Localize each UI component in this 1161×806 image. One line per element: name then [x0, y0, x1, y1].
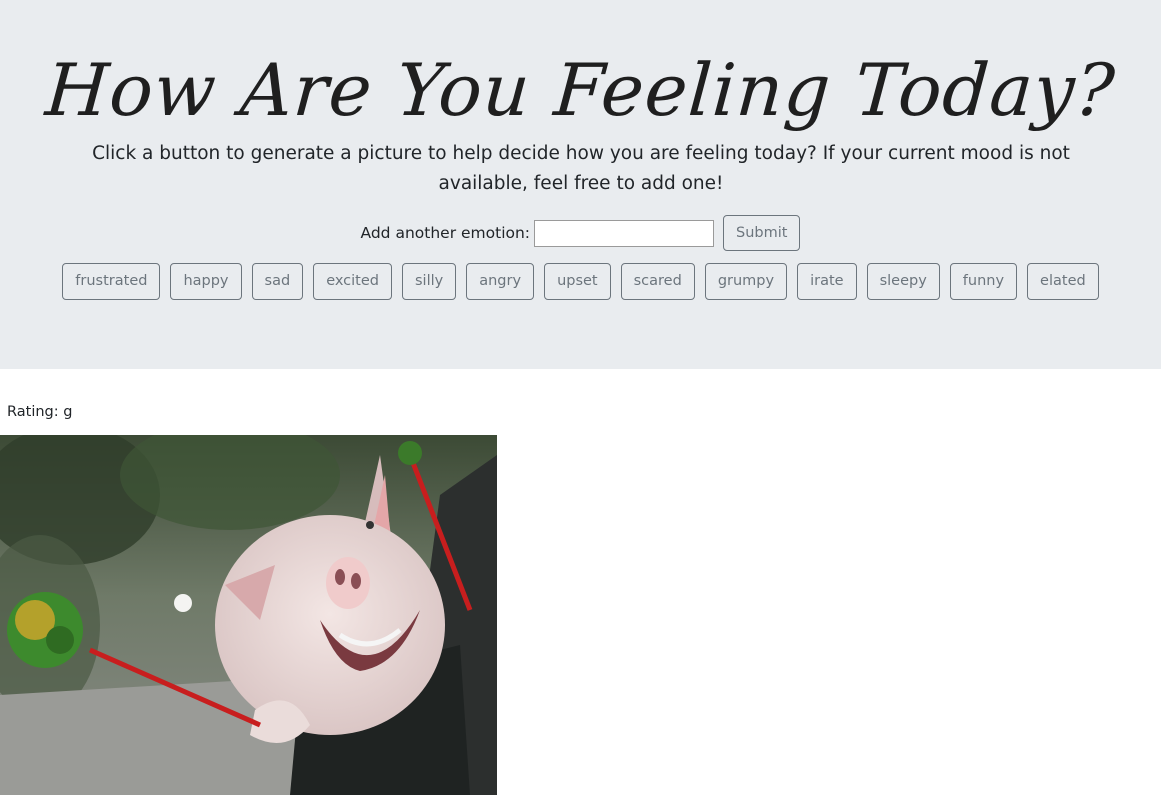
emotion-button-elated[interactable]: elated	[1027, 262, 1099, 300]
emotion-button-sad[interactable]: sad	[251, 262, 304, 300]
emotion-input[interactable]	[534, 219, 715, 247]
emotion-button-funny[interactable]: funny	[949, 262, 1018, 300]
add-emotion-form: Add another emotion: Submit	[0, 214, 1161, 252]
emotion-button-sleepy[interactable]: sleepy	[866, 262, 940, 300]
emotion-button-frustrated[interactable]: frustrated	[62, 262, 161, 300]
page-title: How Are You Feeling Today?	[42, 48, 1119, 132]
emotion-button-silly[interactable]: silly	[402, 262, 457, 300]
emotion-button-excited[interactable]: excited	[313, 262, 392, 300]
mood-gif-image	[0, 435, 497, 795]
submit-button[interactable]: Submit	[723, 215, 801, 251]
emotion-button-irate[interactable]: irate	[797, 262, 857, 300]
add-emotion-label: Add another emotion:	[360, 224, 531, 242]
emotion-button-happy[interactable]: happy	[170, 262, 242, 300]
jumbotron-header: How Are You Feeling Today? Click a butto…	[0, 0, 1161, 369]
page-subtitle: Click a button to generate a picture to …	[92, 143, 1070, 194]
emotion-button-upset[interactable]: upset	[544, 262, 611, 300]
emotion-buttons: frustrated happy sad excited silly angry…	[0, 262, 1161, 300]
emotion-button-scared[interactable]: scared	[620, 262, 695, 300]
gif-rating: Rating: g	[7, 404, 73, 420]
emotion-button-grumpy[interactable]: grumpy	[704, 262, 788, 300]
emotion-button-angry[interactable]: angry	[466, 262, 535, 300]
